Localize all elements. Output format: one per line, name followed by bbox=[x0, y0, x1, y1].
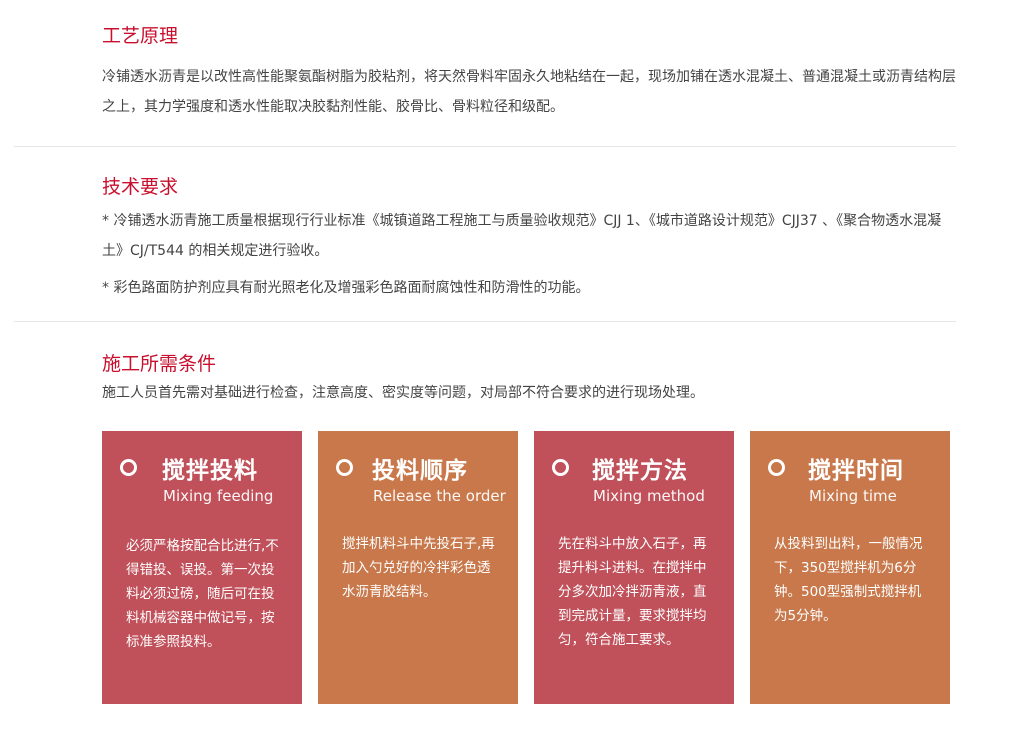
divider bbox=[14, 146, 956, 147]
circle-bullet-icon bbox=[768, 459, 785, 476]
card-title: 搅拌投料 bbox=[162, 458, 258, 484]
card-text: 从投料到出料，一般情况下，350型搅拌机为6分钟。500型强制式搅拌机为5分钟。 bbox=[774, 536, 923, 624]
card-text: 必须严格按配合比进行,不得错投、误投。第一次投料必须过磅，随后可在投料机械容器中… bbox=[126, 538, 279, 650]
card-title: 搅拌时间 bbox=[808, 458, 904, 484]
section-title-requirements: 技术要求 bbox=[102, 176, 179, 198]
card-mixing-method: 搅拌方法 Mixing method 先在料斗中放入石子，再提升料斗进料。在搅拌… bbox=[534, 431, 734, 704]
principle-paragraph: 冷铺透水沥青是以改性高性能聚氨酯树脂为胶粘剂，将天然骨料牢固永久地粘结在一起，现… bbox=[102, 69, 956, 115]
card-text: 搅拌机料斗中先投石子,再加入勺兑好的冷拌彩色透水沥青胶结料。 bbox=[342, 536, 495, 600]
card-release-order: 投料顺序 Release the order 搅拌机料斗中先投石子,再加入勺兑好… bbox=[318, 431, 518, 704]
circle-bullet-icon bbox=[552, 459, 569, 476]
conditions-paragraph: 施工人员首先需对基础进行检查，注意高度、密实度等问题，对局部不符合要求的进行现场… bbox=[102, 385, 704, 401]
card-subtitle: Mixing time bbox=[809, 487, 897, 505]
card-subtitle: Release the order bbox=[373, 487, 506, 505]
card-mixing-time: 搅拌时间 Mixing time 从投料到出料，一般情况下，350型搅拌机为6分… bbox=[750, 431, 950, 704]
card-subtitle: Mixing feeding bbox=[163, 487, 274, 505]
divider bbox=[14, 321, 956, 322]
card-mixing-feeding: 搅拌投料 Mixing feeding 必须严格按配合比进行,不得错投、误投。第… bbox=[102, 431, 302, 704]
requirement-item-2: * 彩色路面防护剂应具有耐光照老化及增强彩色路面耐腐蚀性和防滑性的功能。 bbox=[102, 280, 590, 296]
circle-bullet-icon bbox=[336, 459, 353, 476]
section-title-principle: 工艺原理 bbox=[102, 25, 179, 47]
requirement-item-1: * 冷铺透水沥青施工质量根据现行行业标准《城镇道路工程施工与质量验收规范》CJJ… bbox=[102, 213, 942, 259]
section-title-conditions: 施工所需条件 bbox=[102, 353, 217, 375]
card-title: 投料顺序 bbox=[372, 458, 468, 484]
card-subtitle: Mixing method bbox=[593, 487, 705, 505]
card-title: 搅拌方法 bbox=[592, 458, 688, 484]
card-text: 先在料斗中放入石子，再提升料斗进料。在搅拌中分多次加冷拌沥青液，直到完成计量，要… bbox=[558, 536, 707, 648]
circle-bullet-icon bbox=[120, 459, 137, 476]
